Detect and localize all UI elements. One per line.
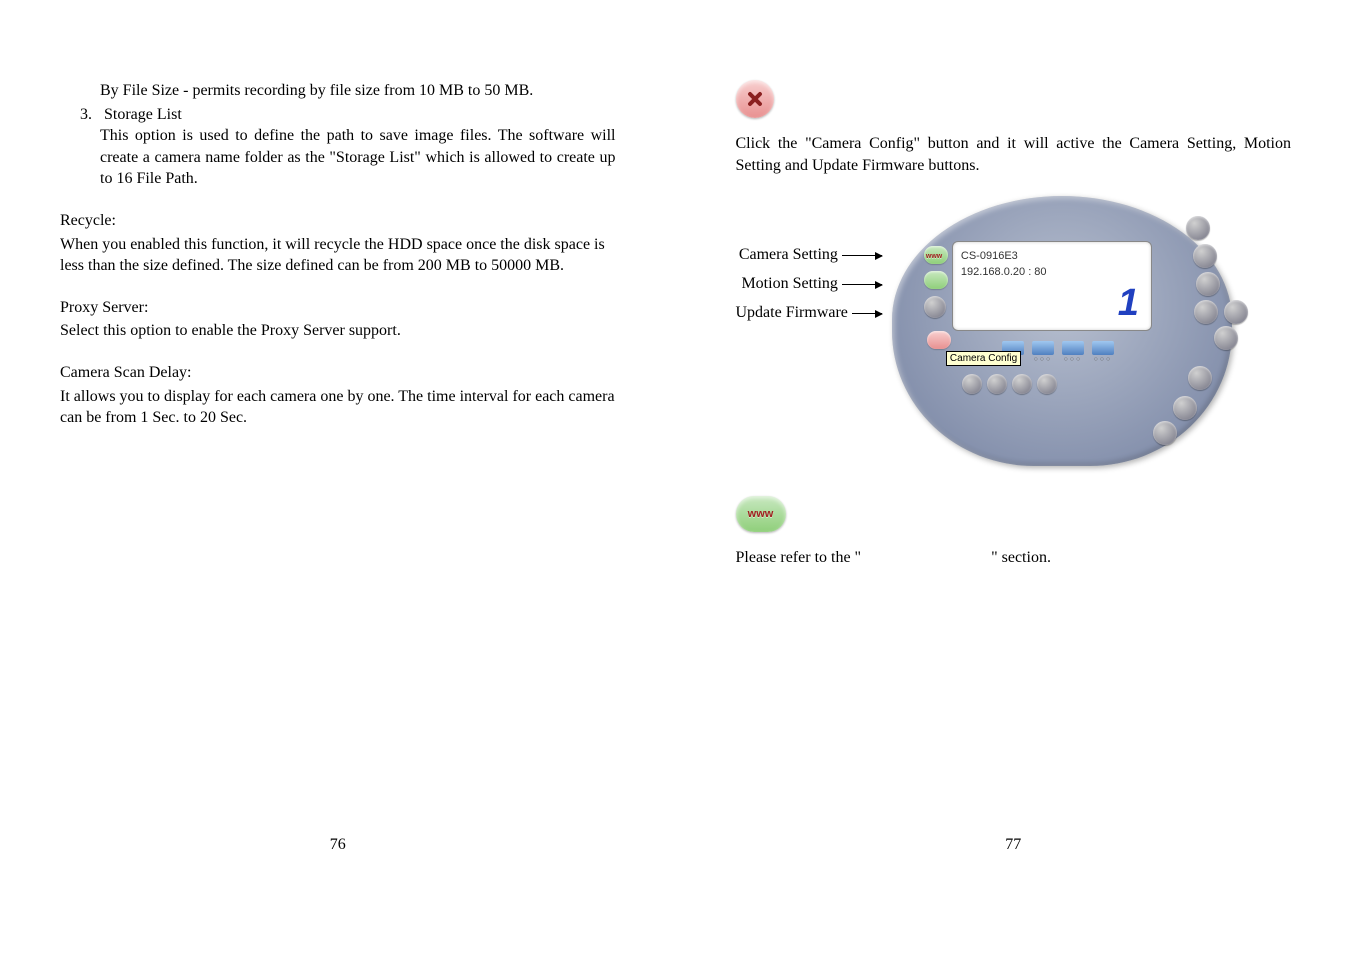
refer-suffix: " section. (991, 549, 1051, 566)
arrow-icon (842, 255, 882, 256)
snapshot-button[interactable] (1214, 326, 1238, 350)
screen-camera-name: CS-0916E3 (961, 250, 1143, 262)
nav-1-button[interactable] (962, 374, 982, 394)
proxy-body: Select this option to enable the Proxy S… (60, 320, 616, 342)
record-button[interactable] (1188, 366, 1212, 390)
page-number-left: 76 (330, 836, 346, 854)
label-update-firmware-row: Update Firmware (736, 304, 882, 322)
arrow-icon (842, 284, 882, 285)
nav-3-button[interactable] (1012, 374, 1032, 394)
file-size-text: By File Size - permits recording by file… (100, 80, 616, 102)
screen-ip-address: 192.168.0.20 : 80 (961, 266, 1143, 278)
scan-delay-body: It allows you to display for each camera… (60, 386, 616, 429)
page-left: By File Size - permits recording by file… (0, 0, 676, 954)
storage-list-item: 3. Storage List (80, 104, 616, 126)
labels-column: Camera Setting Motion Setting Update Fir… (736, 196, 882, 322)
label-motion-setting-row: Motion Setting (736, 275, 882, 293)
www-label: www (748, 508, 774, 520)
dots-3: ○○○ (1062, 356, 1084, 363)
diagram-container: Camera Setting Motion Setting Update Fir… (736, 196, 1292, 466)
page-right: Click the "Camera Config" button and it … (676, 0, 1351, 954)
view-button[interactable] (1194, 300, 1218, 324)
label-motion-setting: Motion Setting (741, 275, 837, 293)
label-update-firmware: Update Firmware (736, 304, 848, 322)
preset-2-button[interactable] (1032, 341, 1054, 355)
scan-delay-title: Camera Scan Delay: (60, 362, 616, 384)
tools-icon (745, 89, 765, 109)
arrow-icon (852, 313, 882, 314)
nav-4-button[interactable] (1037, 374, 1057, 394)
zoom-button[interactable] (1186, 216, 1210, 240)
dots-4: ○○○ (1092, 356, 1114, 363)
update-firmware-button[interactable] (924, 296, 946, 318)
globe-button[interactable] (1153, 421, 1177, 445)
camera-config-tooltip: Camera Config (946, 351, 1021, 366)
www-icon: www (736, 496, 786, 532)
device-ui-illustration: CS-0916E3 192.168.0.20 : 80 1 www (892, 196, 1232, 466)
motion-setting-button[interactable] (924, 271, 948, 289)
label-camera-setting-row: Camera Setting (736, 246, 882, 264)
list-number-3: 3. (80, 106, 92, 123)
camera-config-text: Click the "Camera Config" button and it … (736, 133, 1292, 176)
play-button[interactable] (1196, 272, 1220, 296)
device-screen: CS-0916E3 192.168.0.20 : 80 1 (952, 241, 1152, 331)
page-left-content: By File Size - permits recording by file… (60, 80, 616, 429)
recycle-title: Recycle: (60, 210, 616, 232)
www-icon-small: www (926, 253, 942, 260)
camera-setting-button[interactable]: www (924, 246, 948, 264)
dots-2: ○○○ (1032, 356, 1054, 363)
refer-text: Please refer to the " " section. (736, 547, 1292, 569)
nav-2-button[interactable] (987, 374, 1007, 394)
camera-config-button[interactable] (927, 331, 951, 349)
preset-4-button[interactable] (1092, 341, 1114, 355)
close-button[interactable] (1193, 244, 1217, 268)
help-button[interactable] (1224, 300, 1248, 324)
preset-3-button[interactable] (1062, 341, 1084, 355)
camera-config-icon (736, 80, 774, 118)
label-camera-setting: Camera Setting (739, 246, 838, 264)
proxy-title: Proxy Server: (60, 297, 616, 319)
page-number-right: 77 (1005, 836, 1021, 854)
storage-list-body: This option is used to define the path t… (100, 125, 616, 190)
recycle-body: When you enabled this function, it will … (60, 234, 616, 277)
storage-list-label: Storage List (104, 106, 182, 123)
timer-button[interactable] (1173, 396, 1197, 420)
refer-prefix: Please refer to the " (736, 549, 862, 566)
screen-channel-number: 1 (1118, 282, 1139, 325)
